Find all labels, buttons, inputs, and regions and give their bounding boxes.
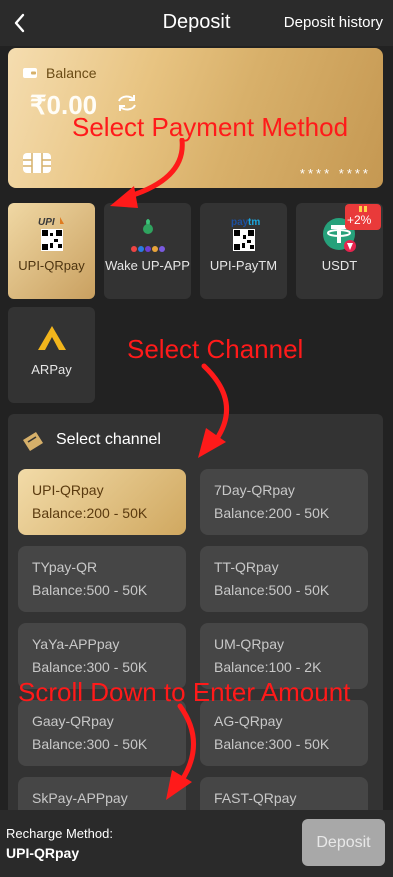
svg-text:pay: pay (231, 217, 249, 228)
card-chip-icon (23, 153, 51, 173)
svg-text:tm: tm (248, 217, 260, 228)
method-label: Wake UP-APP (105, 258, 190, 273)
select-channel-title: Select channel (56, 431, 161, 448)
arrow-to-payment-icon (110, 138, 185, 208)
channel-name: UM-QRpay (214, 636, 285, 652)
channel-ag-qrpay[interactable]: AG-QRpay Balance:300 - 50K (200, 700, 368, 766)
arpay-icon (37, 326, 66, 350)
method-label: USDT (321, 258, 358, 273)
recharge-method-value: UPI-QRpay (6, 845, 80, 861)
header-bar: Deposit Deposit history (0, 0, 393, 46)
annotation-select-channel: Select Channel (127, 334, 304, 364)
channel-name: SkPay-APPpay (32, 790, 128, 806)
upi-apps-icon (130, 219, 165, 252)
refresh-icon[interactable] (114, 92, 140, 114)
channel-balance: Balance:300 - 50K (32, 736, 148, 752)
deposit-button[interactable]: Deposit (302, 819, 385, 866)
channel-balance: Balance:300 - 50K (32, 659, 148, 675)
channel-balance: Balance:200 - 50K (32, 505, 148, 521)
channel-upi-qrpay[interactable]: UPI-QRpay Balance:200 - 50K (18, 469, 186, 535)
footer-bar: Recharge Method: UPI-QRpay Deposit (0, 810, 393, 877)
channel-balance: Balance:100 - 2K (214, 659, 322, 675)
method-upi-qrpay[interactable]: UPI UPI-QRpay (8, 203, 95, 299)
card-number: **** **** (299, 166, 371, 181)
channel-name: 7Day-QRpay (214, 482, 295, 498)
deposit-history-link[interactable]: Deposit history (284, 14, 383, 31)
channel-balance: Balance:300 - 50K (214, 736, 330, 752)
method-label: ARPay (31, 362, 72, 377)
balance-label: Balance (46, 65, 97, 81)
bonus-badge-text: +2% (347, 213, 372, 227)
channel-name: TT-QRpay (214, 559, 279, 575)
recharge-method-label: Recharge Method: (6, 826, 113, 841)
channel-7day-qrpay[interactable]: 7Day-QRpay Balance:200 - 50K (200, 469, 368, 535)
channel-name: UPI-QRpay (32, 482, 104, 498)
gift-icon (359, 206, 367, 212)
upi-qr-icon: UPI (38, 217, 64, 251)
channel-name: TYpay-QR (32, 559, 98, 575)
wallet-icon (23, 68, 37, 78)
method-label: UPI-QRpay (18, 258, 85, 273)
coupon-icon (23, 432, 43, 451)
channel-name: Gaay-QRpay (32, 713, 114, 729)
paytm-qr-icon: pay tm (231, 217, 260, 251)
method-upi-paytm[interactable]: pay tm UPI-PayTM (200, 203, 287, 299)
channel-name: AG-QRpay (214, 713, 283, 729)
channel-balance: Balance:200 - 50K (214, 505, 330, 521)
channel-balance: Balance:500 - 50K (32, 582, 148, 598)
method-label: UPI-PayTM (209, 258, 278, 273)
channel-typay-qr[interactable]: TYpay-QR Balance:500 - 50K (18, 546, 186, 612)
channel-name: FAST-QRpay (214, 790, 297, 806)
arrow-to-channel-icon (198, 363, 230, 458)
svg-text:UPI: UPI (38, 217, 55, 228)
channel-name: YaYa-APPpay (32, 636, 120, 652)
method-arpay[interactable]: ARPay (8, 307, 95, 403)
arrow-scroll-down-icon (166, 703, 196, 800)
channel-balance: Balance:500 - 50K (214, 582, 330, 598)
bonus-badge: +2% (345, 204, 381, 230)
method-usdt[interactable]: +2% USDT (296, 203, 383, 299)
channel-tt-qrpay[interactable]: TT-QRpay Balance:500 - 50K (200, 546, 368, 612)
